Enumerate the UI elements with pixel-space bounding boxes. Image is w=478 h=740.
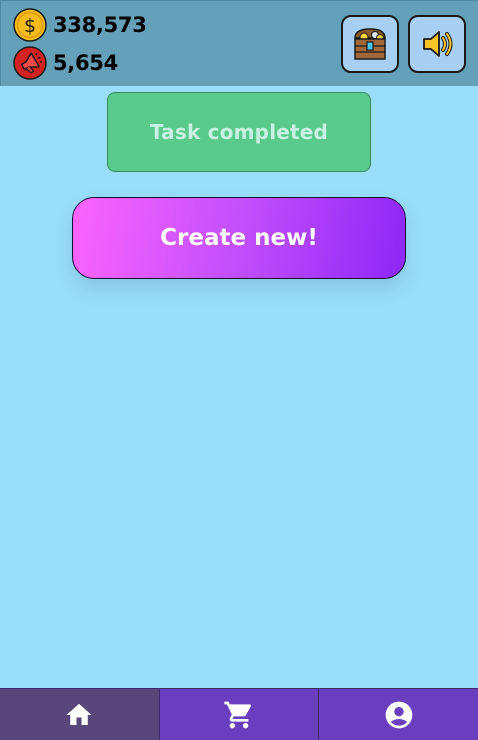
speaker-icon: [423, 31, 453, 57]
coin-balance: $ 338,573: [13, 8, 147, 42]
megaphone-count: 5,654: [53, 51, 118, 75]
account-icon: [385, 701, 413, 728]
nav-tab-shop[interactable]: [158, 689, 319, 740]
shopping-cart-icon: [224, 701, 252, 728]
svg-text:$: $: [24, 15, 36, 37]
dollar-coin-icon: $: [13, 8, 47, 42]
nav-tab-profile[interactable]: [318, 689, 478, 740]
treasure-chest-icon: [354, 28, 386, 60]
treasure-chest-button[interactable]: [341, 15, 399, 73]
top-bar: $ 338,573 5,654: [0, 0, 478, 86]
megaphone-badge-icon: [13, 46, 47, 80]
task-completed-banner: Task completed: [107, 92, 371, 172]
coin-count: 338,573: [53, 13, 147, 37]
megaphone-balance: 5,654: [13, 46, 118, 80]
bottom-nav: [0, 688, 478, 740]
create-new-button[interactable]: Create new!: [72, 197, 406, 279]
nav-tab-home[interactable]: [0, 689, 159, 740]
sound-toggle-button[interactable]: [408, 15, 466, 73]
home-icon: [66, 703, 92, 725]
